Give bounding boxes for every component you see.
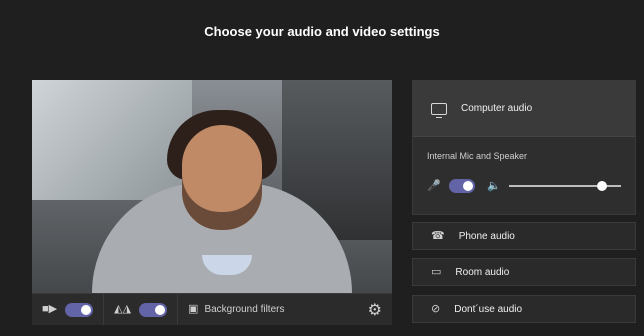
- image-icon: ▣: [188, 303, 199, 315]
- computer-audio-label: Computer audio: [461, 103, 533, 114]
- gear-icon[interactable]: ⚙: [368, 300, 392, 320]
- room-audio-option[interactable]: ▭ Room audio: [412, 258, 636, 286]
- dont-use-audio-label: Dont´use audio: [454, 303, 523, 315]
- speaker-icon: 🔈: [487, 179, 501, 192]
- mic-speaker-row: 🎤 🔈: [413, 161, 635, 193]
- monitor-icon: ▭: [431, 265, 442, 278]
- background-filters-button[interactable]: ▣ Background filters: [178, 294, 294, 325]
- background-window: [32, 80, 192, 200]
- computer-audio-card[interactable]: Computer audio Internal Mic and Speaker …: [412, 80, 636, 215]
- mic-icon: 🎤: [427, 179, 441, 192]
- phone-audio-label: Phone audio: [458, 230, 515, 242]
- phone-icon: ☎: [431, 229, 445, 242]
- room-audio-label: Room audio: [455, 266, 510, 278]
- phone-audio-option[interactable]: ☎ Phone audio: [412, 222, 636, 250]
- computer-audio-icon: [431, 102, 447, 118]
- camera-icon: ■▶: [42, 303, 58, 315]
- volume-knob[interactable]: [597, 181, 607, 191]
- audio-settings: Computer audio Internal Mic and Speaker …: [412, 80, 644, 336]
- blur-toggle[interactable]: [139, 302, 168, 317]
- header-bar: Choose your audio and video settings: [0, 0, 644, 72]
- mic-toggle[interactable]: [448, 179, 476, 193]
- background-filters-label: Background filters: [204, 304, 285, 315]
- background-blur-control: ◭◮: [104, 294, 179, 325]
- computer-audio-row[interactable]: Computer audio: [413, 81, 635, 137]
- video-preview: [32, 80, 392, 293]
- blur-icon: ◭◮: [114, 303, 132, 315]
- no-audio-icon: ⊘: [431, 302, 441, 315]
- person-head: [182, 125, 262, 230]
- video-controls: ■▶ ◭◮ ▣ Background filters ⚙: [32, 293, 392, 325]
- speaker-volume-slider[interactable]: [508, 181, 621, 191]
- device-label: Internal Mic and Speaker: [427, 151, 528, 161]
- dont-use-audio-option[interactable]: ⊘ Dont´use audio: [412, 295, 636, 323]
- page-title: Choose your audio and video settings: [204, 24, 440, 39]
- camera-toggle[interactable]: [65, 302, 94, 317]
- camera-control: ■▶: [32, 294, 105, 325]
